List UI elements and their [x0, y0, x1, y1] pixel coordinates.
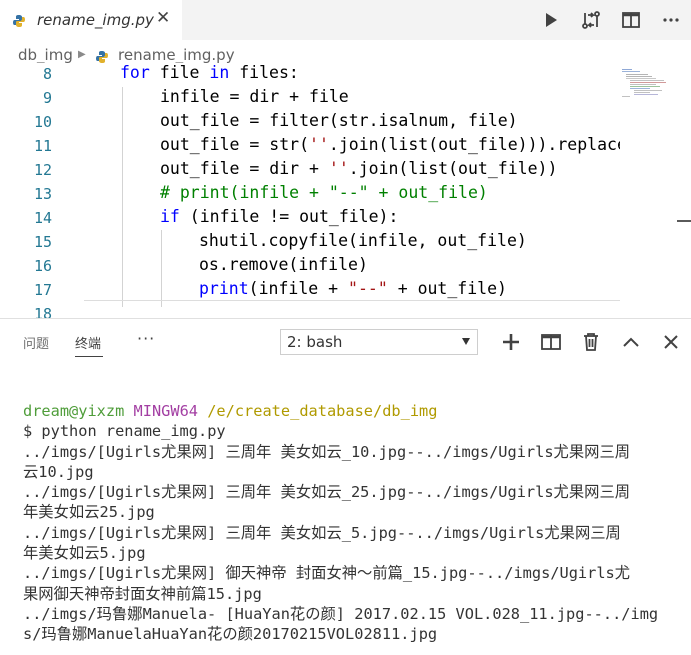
more-icon[interactable]: ··· [137, 329, 155, 348]
terminal-line: ../imgs/[Ugirls尤果网] 三周年 美女如云_25.jpg--../… [23, 483, 631, 502]
terminal-prompt: dream@yixzm MINGW64 /e/create_database/d… [23, 401, 683, 421]
breadcrumb-file[interactable]: rename_img.py [118, 46, 235, 64]
run-icon[interactable] [541, 10, 561, 30]
code-line: shutil.copyfile(infile, out_file) [199, 231, 527, 250]
divider [84, 300, 620, 301]
terminal-line: 果网御天神帝封面女神前篇15.jpg [23, 584, 262, 603]
keyword: print [199, 279, 249, 298]
indent-guide [161, 230, 162, 307]
keyword: for [120, 63, 150, 82]
prompt-user: dream@yixzm [23, 402, 125, 420]
code-text: (infile != out_file): [179, 207, 399, 226]
code-line: out_file = filter(str.isalnum, file) [160, 111, 518, 130]
chevron-right-icon: ▶ [78, 49, 86, 60]
python-file-icon [12, 13, 26, 27]
code-text: out_file = str( [160, 135, 310, 154]
code-text: .join(list(out_file))).replace( [328, 135, 637, 154]
line-number: 8 [42, 65, 52, 83]
code-text: file [149, 63, 210, 82]
line-number: 17 [33, 281, 52, 299]
code-line: os.remove(infile) [199, 255, 368, 274]
breadcrumb-folder[interactable]: db_img [18, 46, 73, 64]
bottom-panel: 问题 终端 ··· 2: bash dream@yixzm MINGW64 /e… [0, 318, 691, 655]
editor-tab-bar: rename_img.py ✕ [0, 0, 691, 40]
dropdown-arrow-icon [462, 338, 470, 345]
code-line: infile = dir + file [160, 87, 349, 106]
code-editor[interactable]: 8 9 10 11 12 13 14 15 16 17 18 for file … [0, 63, 691, 318]
line-number: 9 [42, 89, 52, 107]
minimap[interactable] [620, 63, 691, 318]
indent-guide [122, 87, 123, 307]
code-text: out_file = dir + [160, 159, 329, 178]
code-text: + out_file) [387, 279, 507, 298]
code-line: out_file = dir + ''.join(list(out_file)) [160, 159, 557, 178]
string-literal: '' [328, 159, 349, 178]
keyword: if [160, 207, 180, 226]
trash-icon[interactable] [580, 331, 602, 353]
split-editor-icon[interactable] [621, 10, 641, 30]
more-actions-icon[interactable] [661, 10, 681, 30]
tab-problems[interactable]: 问题 [23, 333, 49, 352]
terminal-output[interactable]: dream@yixzm MINGW64 /e/create_database/d… [23, 401, 683, 645]
terminal-command: $ python rename_img.py [23, 422, 226, 441]
add-terminal-icon[interactable] [500, 331, 522, 353]
code-text: .join(list(out_file)) [348, 159, 558, 178]
terminal-selector-value: 2: bash [287, 333, 343, 351]
terminal-line: ../imgs/[Ugirls尤果网] 三周年 美女如云_10.jpg--../… [23, 442, 631, 461]
git-compare-icon[interactable] [581, 10, 601, 30]
code-text: (infile + [248, 279, 349, 298]
code-line: if (infile != out_file): [160, 207, 398, 226]
string-literal: "--" [348, 279, 388, 298]
scrollbar-thumb[interactable] [677, 220, 691, 222]
code-line: print(infile + "--" + out_file) [199, 279, 507, 298]
terminal-line: 年美女如云5.jpg [23, 544, 146, 563]
line-number: 14 [33, 209, 52, 227]
terminal-line: 云10.jpg [23, 462, 94, 481]
prompt-path: /e/create_database/db_img [207, 402, 438, 420]
active-tab-indicator [75, 356, 103, 357]
maximize-panel-icon[interactable] [620, 331, 642, 353]
terminal-line: ../imgs/[Ugirls尤果网] 御天神帝 封面女神～前篇_15.jpg-… [23, 564, 631, 583]
tab-label: rename_img.py [37, 11, 154, 29]
string-literal: '' [309, 135, 329, 154]
terminal-line: ../imgs/[Ugirls尤果网] 三周年 美女如云_5.jpg--../i… [23, 523, 621, 542]
tab-rename-img[interactable]: rename_img.py ✕ [0, 0, 182, 40]
keyword: in [209, 63, 230, 82]
split-terminal-icon[interactable] [540, 331, 562, 353]
line-number: 13 [33, 185, 52, 203]
line-number: 12 [33, 161, 52, 179]
prompt-env: MINGW64 [133, 402, 198, 420]
close-tab-icon[interactable]: ✕ [156, 8, 170, 28]
line-number: 15 [33, 233, 52, 251]
tab-terminal[interactable]: 终端 [75, 333, 101, 352]
line-number: 11 [33, 137, 52, 155]
code-line: out_file = str(''.join(list(out_file))).… [160, 135, 637, 154]
line-number: 10 [33, 113, 52, 131]
line-number: 18 [33, 305, 52, 318]
line-number: 16 [33, 257, 52, 275]
code-line: for file in files: [120, 63, 299, 82]
code-text: files: [229, 63, 299, 82]
close-panel-icon[interactable] [660, 331, 682, 353]
terminal-line: 年美女如云25.jpg [23, 503, 155, 522]
terminal-selector[interactable]: 2: bash [280, 329, 478, 355]
comment-line: # print(infile + "--" + out_file) [160, 183, 488, 202]
terminal-line: ../imgs/玛鲁娜Manuela- [HuaYan花の颜] 2017.02.… [23, 604, 659, 623]
terminal-line: s/玛鲁娜ManuelaHuaYan花の颜20170215VOL02811.jp… [23, 625, 438, 644]
